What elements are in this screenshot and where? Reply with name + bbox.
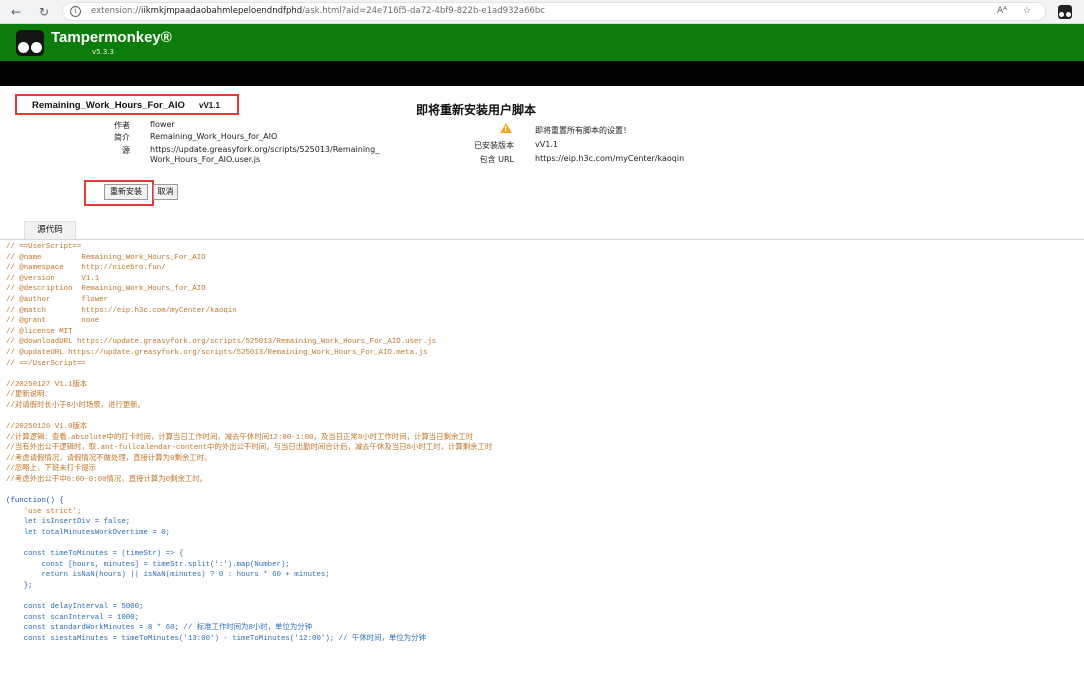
- url-host: iikmkjmpaadaobahmlepeloendndfphd: [141, 6, 303, 16]
- include-url-value: https://eip.h3c.com/myCenter/kaoqin: [535, 154, 685, 163]
- installed-version-label: 已安装版本: [474, 141, 514, 150]
- code-line: const siestaMinutes = timeToMinutes('13:…: [6, 634, 426, 643]
- code-line: // @description Remaining_Work_Hours_for…: [6, 285, 206, 294]
- app-title: Tampermonkey®: [51, 29, 172, 46]
- code-line: // @updateURL https://update.greasyfork.…: [6, 348, 428, 357]
- source-url-line1[interactable]: https://update.greasyfork.org/scripts/52…: [150, 145, 379, 154]
- author-value: flower: [150, 120, 175, 129]
- code-line: };: [6, 582, 33, 590]
- site-info-icon[interactable]: i: [70, 6, 81, 17]
- code-line: // @name Remaining_Work_Hours_For_AIO: [6, 253, 206, 262]
- code-line: const delayInterval = 5000;: [6, 603, 144, 612]
- script-name: Remaining_Work_Hours_For_AIO: [32, 100, 185, 111]
- code-line: //当有外出公干逻辑时，取.ant-fullcalendar-content中的…: [6, 444, 493, 453]
- code-line: // @downloadURL https://update.greasyfor…: [6, 338, 437, 347]
- browser-toolbar: ← ↻ i extension://iikmkjmpaadaobahmlepel…: [0, 0, 1084, 24]
- code-line: //更新说明：: [6, 391, 52, 400]
- code-line: //忽略上、下班未打卡提示: [6, 465, 97, 474]
- code-line: // @match https://eip.h3c.com/myCenter/k…: [6, 306, 237, 315]
- description-label: 简介: [114, 133, 130, 142]
- code-line: const timeToMinutes = (timeStr) => {: [6, 550, 184, 559]
- code-line: //20250127 V1.1版本: [6, 380, 88, 389]
- code-line: //考虑外出公干中0:00-0:00情况，直接计算为0剩余工时。: [6, 476, 208, 485]
- code-line: //20250126 V1.0版本: [6, 423, 88, 432]
- read-aloud-icon[interactable]: Aᴬ: [997, 6, 1007, 16]
- author-label: 作者: [114, 121, 130, 130]
- url-text[interactable]: extension://iikmkjmpaadaobahmlepeloendnd…: [91, 6, 545, 16]
- back-arrow-icon[interactable]: ←: [8, 4, 24, 20]
- warning-icon: !: [500, 123, 512, 133]
- tampermonkey-header: Tampermonkey® v5.3.3: [0, 24, 1084, 61]
- code-line: const scanInterval = 1000;: [6, 613, 140, 622]
- script-name-highlight: Remaining_Work_Hours_For_AIO vV1.1: [15, 94, 239, 115]
- url-scheme: extension://: [91, 6, 142, 16]
- tab-source-code[interactable]: 源代码: [24, 221, 76, 239]
- warning-text: 即将重置所有脚本的设置！: [535, 126, 631, 135]
- include-url-label: 包含 URL: [479, 155, 514, 164]
- code-line: let isInsertDiv = false;: [6, 518, 131, 527]
- code-line: 'use strict';: [6, 507, 82, 516]
- code-line: // @grant none: [6, 317, 100, 326]
- address-bar[interactable]: i extension://iikmkjmpaadaobahmlepeloend…: [62, 2, 1046, 21]
- reinstall-button[interactable]: 重新安装: [104, 184, 148, 200]
- code-line: return isNaN(hours) || isNaN(minutes) ? …: [6, 571, 330, 580]
- code-line: // @namespace http://nicebro.fun/: [6, 264, 166, 273]
- app-version: v5.3.3: [92, 48, 114, 56]
- code-line: // @version V1.1: [6, 274, 100, 283]
- code-line: // @author flower: [6, 295, 109, 304]
- tab-divider: [0, 239, 1084, 240]
- code-line: //对请假时长小于8小时场景，进行更新。: [6, 401, 145, 410]
- code-line: // ==UserScript==: [6, 243, 82, 251]
- reinstall-heading: 即将重新安装用户脚本: [416, 103, 537, 117]
- code-line: //计算逻辑：查看.absolute中的打卡时间，计算当日工作时间，减去午休时间…: [6, 433, 474, 442]
- code-line: let totalMinutesWorkOvertime = 0;: [6, 529, 171, 538]
- code-line: // ==/UserScript==: [6, 359, 86, 368]
- url-path: /ask.html?aid=24e716f5-da72-4bf9-822b-e1…: [302, 6, 545, 16]
- code-line: // @license MIT: [6, 327, 73, 336]
- code-line: //考虑请假情况，请假情况不做处理，直接计算为0剩余工时。: [6, 454, 212, 463]
- source-code-view[interactable]: // ==UserScript== // @name Remaining_Work…: [0, 242, 1084, 673]
- code-line: const [hours, minutes] = timeStr.split('…: [6, 560, 290, 569]
- tampermonkey-extension-icon[interactable]: [1058, 5, 1072, 19]
- cancel-button[interactable]: 取消: [153, 184, 178, 200]
- source-url-line2[interactable]: Work_Hours_For_AIO.user.js: [150, 155, 260, 164]
- code-line: (function() {: [6, 497, 64, 506]
- favorite-star-icon[interactable]: ☆: [1023, 6, 1031, 16]
- description-value: Remaining_Work_Hours_for_AIO: [150, 132, 278, 141]
- header-divider-bar: [0, 61, 1084, 86]
- script-version: vV1.1: [199, 101, 220, 110]
- code-line: const standardWorkMinutes = 8 * 60; // 标…: [6, 624, 313, 633]
- reload-icon[interactable]: ↻: [36, 4, 52, 20]
- installed-version-value: vV1.1: [535, 140, 558, 149]
- tampermonkey-logo-icon: [16, 30, 44, 56]
- source-label: 源: [122, 146, 130, 155]
